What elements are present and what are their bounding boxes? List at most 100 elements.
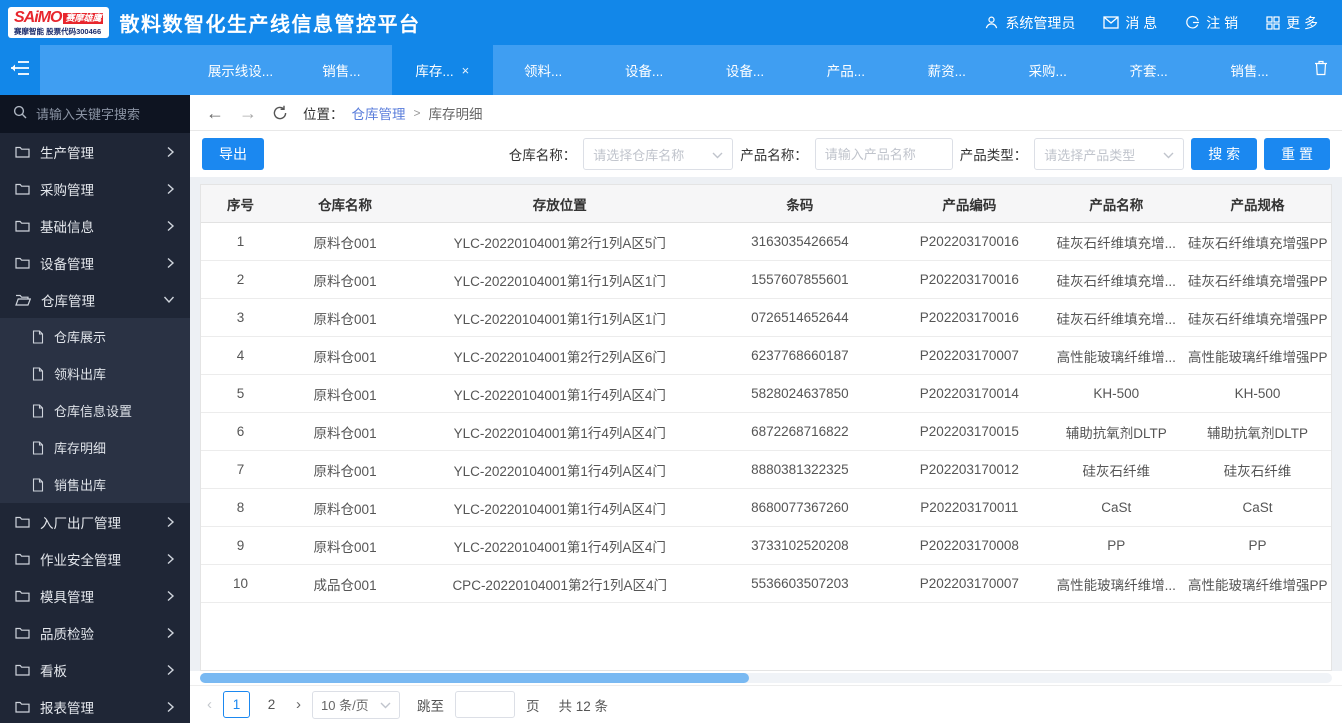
table-cell: 7 (236, 462, 245, 477)
table-cell: 原料仓001 (313, 387, 377, 403)
table-cell: YLC-20220104001第1行4列A区4门 (453, 501, 666, 517)
logout-icon (1185, 15, 1200, 30)
table-cell: 高性能玻璃纤维增... (1056, 577, 1176, 593)
tab-4[interactable]: 设备... (594, 45, 695, 95)
grid-icon (1266, 15, 1280, 30)
sidebar-subitem-1[interactable]: 领料出库 (0, 355, 190, 392)
warehouse-name-select[interactable]: 请选择仓库名称 (583, 138, 734, 170)
table-cell: 成品仓001 (313, 577, 377, 593)
sidebar-item-0[interactable]: 生产管理 (0, 133, 190, 170)
reset-button[interactable]: 重 置 (1264, 138, 1330, 170)
search-button[interactable]: 搜 索 (1191, 138, 1258, 170)
folder-icon (15, 183, 30, 195)
table-row[interactable]: 9 原料仓001 YLC-20220104001第1行4列A区4门 373310252… (201, 527, 1331, 565)
more-button[interactable]: 更 多 (1266, 13, 1318, 33)
table-row[interactable]: 3 原料仓001 YLC-20220104001第1行1列A区1门 072651465… (201, 299, 1331, 337)
folder-open-icon (15, 294, 31, 306)
tab-10[interactable]: 销售... (1199, 45, 1300, 95)
sidebar-item-8[interactable]: 品质检验 (0, 614, 190, 651)
tab-close-icon[interactable]: × (462, 63, 470, 78)
tab-label: 销售... (322, 64, 361, 79)
tab-6[interactable]: 产品... (795, 45, 896, 95)
sidebar-subitem-2[interactable]: 仓库信息设置 (0, 392, 190, 429)
refresh-icon[interactable] (272, 105, 288, 121)
scrollbar-thumb[interactable] (200, 673, 750, 683)
table-cell: YLC-20220104001第1行1列A区1门 (453, 311, 666, 327)
content-area: ← → 位置： 仓库管理 > 库存明细 导出 仓库名称： 请选择仓库名称 产品名… (190, 95, 1342, 723)
prev-page-button[interactable]: ‹ (207, 697, 212, 712)
sidebar-item-1[interactable]: 采购管理 (0, 170, 190, 207)
sidebar-item-4[interactable]: 仓库管理 (0, 281, 190, 318)
tab-9[interactable]: 齐套... (1098, 45, 1199, 95)
sidebar-subitem-0[interactable]: 仓库展示 (0, 318, 190, 355)
table-row[interactable]: 1 原料仓001 YLC-20220104001第2行1列A区5门 316303542… (201, 223, 1331, 261)
sidebar-item-label: 作业安全管理 (40, 552, 121, 568)
sidebar-item-5[interactable]: 入厂出厂管理 (0, 503, 190, 540)
table-row[interactable]: 6 原料仓001 YLC-20220104001第1行4列A区4门 687226871… (201, 413, 1331, 451)
table-row[interactable]: 7 原料仓001 YLC-20220104001第1行4列A区4门 888038132… (201, 451, 1331, 489)
sidebar-subitem-label: 仓库信息设置 (54, 404, 133, 419)
tab-label: 库存... (415, 64, 454, 79)
page-list: 12 (223, 691, 285, 718)
table-cell: 0726514652644 (751, 310, 849, 325)
close-all-tabs-button[interactable] (1300, 45, 1342, 95)
user-menu[interactable]: 系统管理员 (984, 13, 1075, 33)
jump-page-input[interactable] (455, 691, 515, 718)
sidebar-item-label: 看板 (40, 663, 67, 679)
table-cell: PP (1248, 538, 1267, 553)
back-icon[interactable]: ← (206, 104, 224, 122)
messages-button[interactable]: 消 息 (1103, 13, 1157, 33)
export-button[interactable]: 导出 (202, 138, 264, 170)
tab-2[interactable]: 库存... × (391, 45, 493, 95)
tab-1[interactable]: 销售... (291, 45, 392, 95)
table-cell: 10 (233, 576, 249, 591)
table-cell: 1557607855601 (751, 272, 849, 287)
table-row[interactable]: 4 原料仓001 YLC-20220104001第2行2列A区6门 623776866… (201, 337, 1331, 375)
breadcrumb-separator: > (413, 105, 421, 120)
tab-8[interactable]: 采购... (997, 45, 1098, 95)
tab-3[interactable]: 领料... (493, 45, 594, 95)
table-row[interactable]: 8 原料仓001 YLC-20220104001第1行4列A区4门 868007736… (201, 489, 1331, 527)
collapse-sidebar-button[interactable] (0, 45, 40, 95)
product-name-label: 产品名称： (740, 148, 808, 163)
table-cell: 3 (236, 310, 245, 325)
table-cell: P202203170008 (919, 538, 1019, 553)
tab-7[interactable]: 薪资... (896, 45, 997, 95)
folder-icon (15, 516, 30, 528)
tab-label: 领料... (524, 64, 563, 79)
product-name-input[interactable] (814, 138, 953, 170)
search-input[interactable] (36, 106, 168, 122)
product-type-select[interactable]: 请选择产品类型 (1034, 138, 1185, 170)
tab-5[interactable]: 设备... (695, 45, 796, 95)
main-area: 生产管理采购管理基础信息设备管理仓库管理仓库展示领料出库仓库信息设置库存明细销售… (0, 95, 1342, 723)
doc-icon (32, 366, 44, 381)
table-row[interactable]: 5 原料仓001 YLC-20220104001第1行4列A区4门 582802463… (201, 375, 1331, 413)
sidebar-item-label: 设备管理 (40, 256, 94, 272)
next-page-button[interactable]: › (296, 697, 301, 712)
app-window: SAiMO 赛摩雄鹰 赛摩智能 股票代码300466 散料数智化生产线信息管控平… (0, 0, 1342, 723)
page-number-1[interactable]: 1 (223, 691, 250, 718)
sidebar-item-6[interactable]: 作业安全管理 (0, 540, 190, 577)
forward-icon[interactable]: → (239, 104, 257, 122)
logout-button[interactable]: 注 销 (1185, 13, 1238, 33)
breadcrumb-parent-link[interactable]: 仓库管理 (352, 103, 406, 123)
doc-icon (32, 329, 44, 344)
table-cell: 6 (236, 424, 245, 439)
sidebar-subitem-4[interactable]: 销售出库 (0, 466, 190, 503)
sidebar-item-7[interactable]: 模具管理 (0, 577, 190, 614)
sidebar-item-9[interactable]: 看板 (0, 651, 190, 688)
table-row[interactable]: 10 成品仓001 CPC-20220104001第2行1列A区4门 55366035… (201, 565, 1331, 603)
tab-0[interactable]: 展示线设... (190, 45, 291, 95)
table-cell: 原料仓001 (313, 273, 377, 289)
collapse-menu-icon (10, 60, 30, 81)
page-number-2[interactable]: 2 (258, 691, 285, 718)
scrollbar-track[interactable] (200, 673, 1332, 683)
sidebar-subitem-3[interactable]: 库存明细 (0, 429, 190, 466)
sidebar-item-3[interactable]: 设备管理 (0, 244, 190, 281)
table-row[interactable]: 2 原料仓001 YLC-20220104001第1行1列A区1门 155760785… (201, 261, 1331, 299)
sidebar-item-2[interactable]: 基础信息 (0, 207, 190, 244)
page-size-select[interactable]: 10 条/页 (312, 690, 400, 719)
table-cell: PP (1107, 538, 1126, 553)
sidebar-item-10[interactable]: 报表管理 (0, 688, 190, 723)
chevron-right-icon (166, 257, 175, 269)
